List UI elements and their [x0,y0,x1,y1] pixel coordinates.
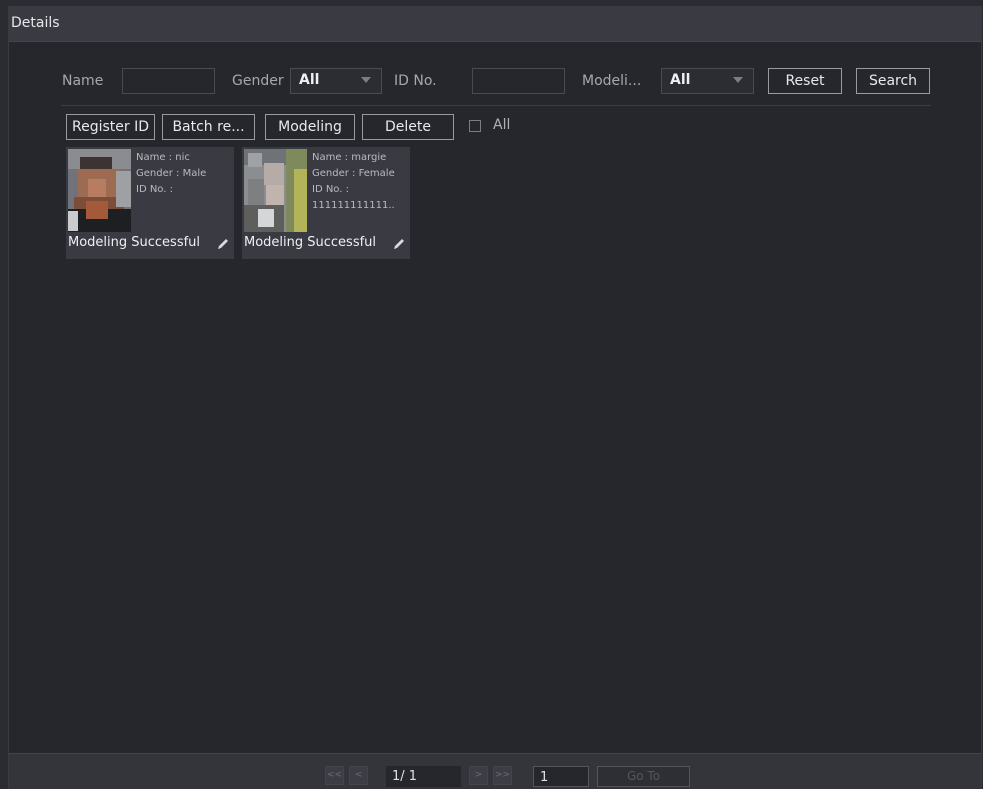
modeling-select[interactable]: All [661,68,754,94]
card-id-value: 111111111111.. [312,200,395,211]
modeling-select-value: All [670,72,691,88]
details-window: Details Name Gender All ID No. Modeli...… [8,6,982,789]
batch-register-button[interactable]: Batch re... [162,114,255,140]
reset-button[interactable]: Reset [768,68,842,94]
face-card[interactable]: Name : margie Gender : Female ID No. : 1… [242,147,410,259]
delete-button[interactable]: Delete [362,114,454,140]
name-input[interactable] [122,68,215,94]
page-indicator: 1/ 1 [386,766,461,787]
chevron-down-icon [361,77,371,83]
divider [61,105,931,106]
prev-page-button[interactable]: < [349,766,368,785]
card-name: Name : nic [136,152,190,163]
gender-select-value: All [299,72,320,88]
face-card[interactable]: Name : nic Gender : Male ID No. : Modeli… [66,147,234,259]
edit-pencil-icon[interactable] [392,237,406,251]
chevron-down-icon [733,77,743,83]
select-all-checkbox[interactable] [469,120,481,132]
goto-page-input[interactable]: 1 [533,766,589,787]
id-label: ID No. [394,73,437,89]
modeling-label: Modeli... [582,73,642,89]
gender-select[interactable]: All [290,68,382,94]
first-page-button[interactable]: << [325,766,344,785]
select-all-label: All [493,117,511,133]
next-page-button[interactable]: > [469,766,488,785]
face-photo [244,149,307,232]
window-title: Details [11,15,60,31]
card-id-label: ID No. : [136,184,173,195]
card-info: Name : margie Gender : Female ID No. : 1… [312,150,395,214]
gender-label: Gender [232,73,284,89]
card-name: Name : margie [312,152,387,163]
face-photo [68,149,131,232]
pagination-bar: << < 1/ 1 > >> 1 Go To [9,753,981,789]
name-label: Name [62,73,104,89]
title-bar: Details [9,7,981,42]
card-status: Modeling Successful [244,235,377,250]
card-gender: Gender : Female [312,168,395,179]
card-info: Name : nic Gender : Male ID No. : [136,150,206,198]
goto-button[interactable]: Go To [597,766,690,787]
card-id-label: ID No. : [312,184,349,195]
id-input[interactable] [472,68,565,94]
last-page-button[interactable]: >> [493,766,512,785]
search-button[interactable]: Search [856,68,930,94]
edit-pencil-icon[interactable] [216,237,230,251]
card-status: Modeling Successful [68,235,201,250]
card-gender: Gender : Male [136,168,207,179]
register-id-button[interactable]: Register ID [66,114,155,140]
modeling-button[interactable]: Modeling [265,114,355,140]
